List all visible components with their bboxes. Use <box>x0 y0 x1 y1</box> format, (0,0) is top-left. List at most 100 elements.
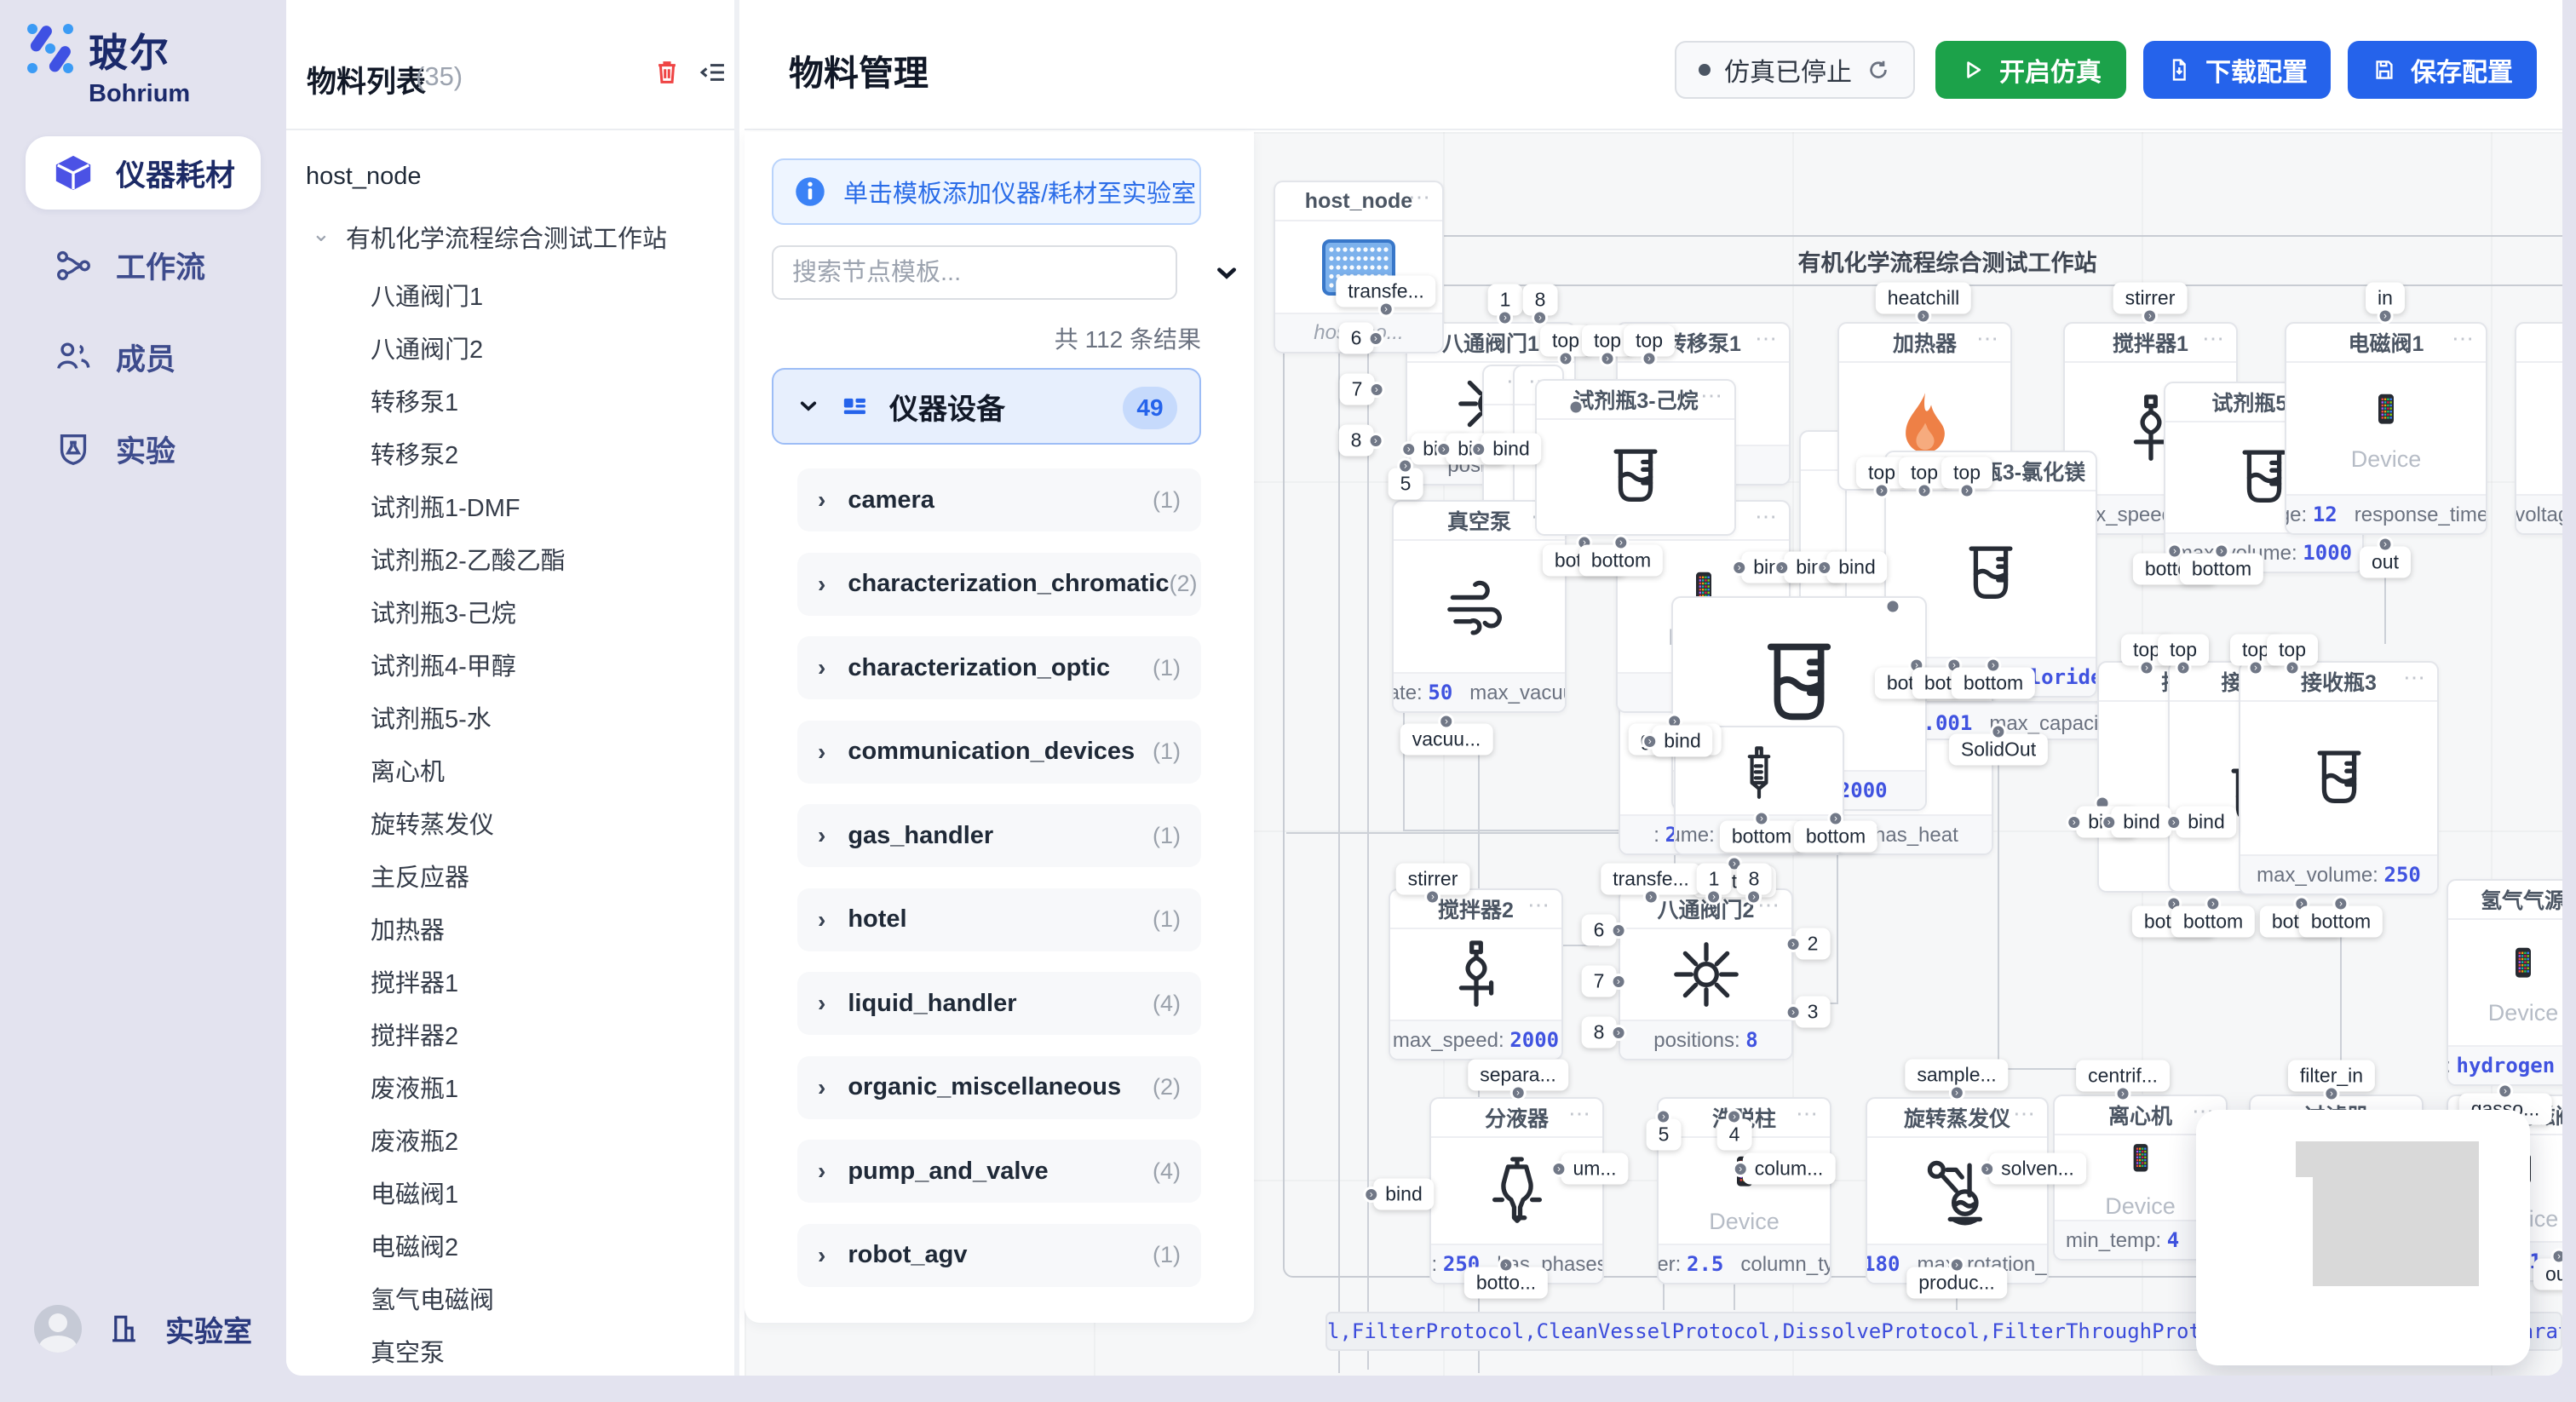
download-config-button[interactable]: 下载配置 <box>2143 41 2331 99</box>
port-chip-6[interactable]: 6› <box>1582 915 1617 946</box>
port-chip-transfe[interactable]: transfe...› <box>1601 864 1700 895</box>
canvas-node-氢气气源[interactable]: 氢气气源⋯Device_type: hydrogenmax_pre <box>2447 879 2562 1086</box>
tree-item[interactable]: 离心机 <box>371 752 445 788</box>
tree-item[interactable]: 试剂瓶2-乙酸乙酯 <box>371 541 566 577</box>
sidebar-item-members[interactable]: 成员 <box>26 320 261 394</box>
node-menu-icon[interactable]: ⋯ <box>2452 325 2475 352</box>
tree-item[interactable]: 废液瓶2 <box>371 1122 458 1158</box>
tree-item[interactable]: 加热器 <box>371 911 445 946</box>
port-chip-5[interactable]: 5› <box>1389 468 1423 500</box>
tree-item[interactable]: 八通阀门1 <box>371 277 483 313</box>
tree-item[interactable]: 废液瓶1 <box>371 1069 458 1105</box>
port-chip-1[interactable]: 1› <box>1697 864 1732 895</box>
port-chip-um[interactable]: um...› <box>1561 1153 1628 1185</box>
port-chip-stirrer[interactable]: stirrer› <box>2113 283 2188 314</box>
sidebar-item-instruments[interactable]: 仪器耗材 <box>26 136 261 210</box>
port-chip-out[interactable]: out› <box>2533 1259 2562 1290</box>
port-chip-centrif[interactable]: centrif...› <box>2076 1060 2170 1092</box>
category-row-robot_agv[interactable]: ›robot_agv(1) <box>797 1224 1201 1287</box>
port-chip-top[interactable]: top› <box>2158 635 2209 666</box>
category-row-camera[interactable]: ›camera(1) <box>797 468 1201 531</box>
port-chip-botto[interactable]: botto...› <box>1464 1267 1548 1299</box>
port-chip-4[interactable]: 4› <box>1717 1119 1752 1151</box>
tree-item[interactable]: 主反应器 <box>371 858 469 893</box>
port-chip-bottom[interactable]: bottom› <box>2180 554 2263 585</box>
port-chip-8[interactable]: 8› <box>1523 284 1558 316</box>
node-menu-icon[interactable]: ⋯ <box>2061 454 2085 480</box>
minimap-viewport[interactable] <box>2296 1141 2479 1177</box>
port-chip-8[interactable]: 8› <box>1582 1017 1617 1049</box>
port-chip-sample[interactable]: sample...› <box>1905 1060 2008 1091</box>
sidebar-item-experiments[interactable]: 实验 <box>26 412 261 486</box>
port-chip-6[interactable]: 6› <box>1339 323 1374 354</box>
port-chip-bind[interactable]: bind› <box>1373 1179 1434 1210</box>
sim-status-pill[interactable]: 仿真已停止 <box>1675 41 1915 99</box>
port-chip-bind[interactable]: bind› <box>1481 434 1541 465</box>
lab-switcher[interactable]: 实验室 <box>34 1305 252 1353</box>
canvas-node-分液器[interactable]: 分液器⋯volume: 250has_phases: true <box>1429 1097 1604 1284</box>
port-chip-bind[interactable]: bind› <box>2111 807 2171 838</box>
tree-item[interactable]: 试剂瓶4-甲醇 <box>371 646 516 682</box>
minimap[interactable] <box>2196 1110 2530 1365</box>
port-chip-top[interactable]: top› <box>1941 457 1992 489</box>
tree-item-workstation[interactable]: 有机化学流程综合测试工作站 <box>346 219 667 255</box>
category-row-gas_handler[interactable]: ›gas_handler(1) <box>797 804 1201 867</box>
tree-item[interactable]: 转移泵2 <box>371 435 458 471</box>
port-chip-filter_in[interactable]: filter_in› <box>2288 1060 2375 1092</box>
port-chip-bind[interactable]: bind› <box>1826 552 1887 583</box>
port-chip-bottom[interactable]: bottom› <box>2171 906 2255 938</box>
tree-item[interactable]: 试剂瓶3-己烷 <box>371 594 516 629</box>
port-chip-colum[interactable]: colum...› <box>1743 1153 1836 1185</box>
tree-item[interactable]: 试剂瓶5-水 <box>371 699 492 735</box>
port-chip-bottom[interactable]: bottom› <box>1579 545 1663 577</box>
tree-expand-icon[interactable]: ⌄ <box>312 221 331 247</box>
canvas-node-接收瓶3[interactable]: 接收瓶3⋯max_volume: 250 <box>2239 661 2439 895</box>
port-chip-top[interactable]: top› <box>1624 325 1675 357</box>
port-chip-heatchill[interactable]: heatchill› <box>1876 283 1971 314</box>
trash-icon[interactable] <box>651 56 683 89</box>
canvas-node-电磁阀1[interactable]: 电磁阀1⋯Devicevoltage: 12response_time: 0.1 <box>2285 322 2487 535</box>
port-chip-SolidOut[interactable]: SolidOut› <box>1949 734 2048 766</box>
node-menu-icon[interactable]: ⋯ <box>2202 325 2226 352</box>
category-row-pump_and_valve[interactable]: ›pump_and_valve(4) <box>797 1140 1201 1203</box>
tree-item[interactable]: 转移泵1 <box>371 382 458 418</box>
node-menu-icon[interactable]: ⋯ <box>1527 892 1551 918</box>
chevron-down-icon[interactable] <box>1211 258 1242 289</box>
tree-item-host-node[interactable]: host_node <box>306 163 421 191</box>
tree-item[interactable]: 八通阀门2 <box>371 330 483 365</box>
node-menu-icon[interactable]: ⋯ <box>1755 503 1779 530</box>
port-chip-2[interactable]: 2› <box>1796 928 1831 960</box>
tree-item[interactable]: 氢气电磁阀 <box>371 1280 494 1316</box>
category-row-liquid_handler[interactable]: ›liquid_handler(4) <box>797 972 1201 1035</box>
port-chip-bind[interactable]: bind› <box>2176 807 2236 838</box>
save-config-button[interactable]: 保存配置 <box>2348 41 2537 99</box>
canvas-node[interactable]: ⋯voltage: 12 <box>2515 322 2562 535</box>
tree-item[interactable]: 搅拌器2 <box>371 1016 458 1052</box>
port-chip-8[interactable]: 8› <box>1737 864 1772 895</box>
port-chip-out[interactable]: out› <box>2360 547 2411 578</box>
avatar[interactable] <box>34 1305 82 1353</box>
tree-item[interactable]: 电磁阀2 <box>371 1227 458 1263</box>
port-chip-bottom[interactable]: bottom› <box>1794 821 1877 853</box>
port-chip-5[interactable]: 5› <box>1647 1119 1682 1151</box>
port-chip-vacuu[interactable]: vacuu...› <box>1400 724 1493 756</box>
port-chip-transfe[interactable]: transfe...› <box>1336 276 1435 307</box>
category-row-communication_devices[interactable]: ›communication_devices(1) <box>797 721 1201 784</box>
node-menu-icon[interactable]: ⋯ <box>1408 184 1432 210</box>
node-menu-icon[interactable]: ⋯ <box>1700 382 1724 409</box>
port-chip-stirrer[interactable]: stirrer› <box>1396 864 1470 895</box>
port-chip-bind[interactable]: bind› <box>1652 726 1712 757</box>
tree-item[interactable]: 真空泵 <box>371 1333 445 1369</box>
search-input[interactable] <box>772 245 1177 300</box>
tree-item[interactable]: 旋转蒸发仪 <box>371 805 494 841</box>
port-chip-bottom[interactable]: bottom› <box>2299 906 2383 938</box>
port-chip-top[interactable]: top› <box>2267 635 2318 666</box>
node-menu-icon[interactable]: ⋯ <box>2013 1100 2037 1127</box>
node-menu-icon[interactable]: ⋯ <box>1568 1100 1592 1127</box>
start-sim-button[interactable]: 开启仿真 <box>1935 41 2126 99</box>
category-row-organic_miscellaneous[interactable]: ›organic_miscellaneous(2) <box>797 1056 1201 1119</box>
tree-item[interactable]: 搅拌器1 <box>371 963 458 999</box>
canvas-node-八通阀门2[interactable]: 八通阀门2⋯positions: 8 <box>1619 888 1793 1060</box>
port-chip-bottom[interactable]: bottom› <box>1720 821 1803 853</box>
node-menu-icon[interactable]: ⋯ <box>2403 664 2427 691</box>
